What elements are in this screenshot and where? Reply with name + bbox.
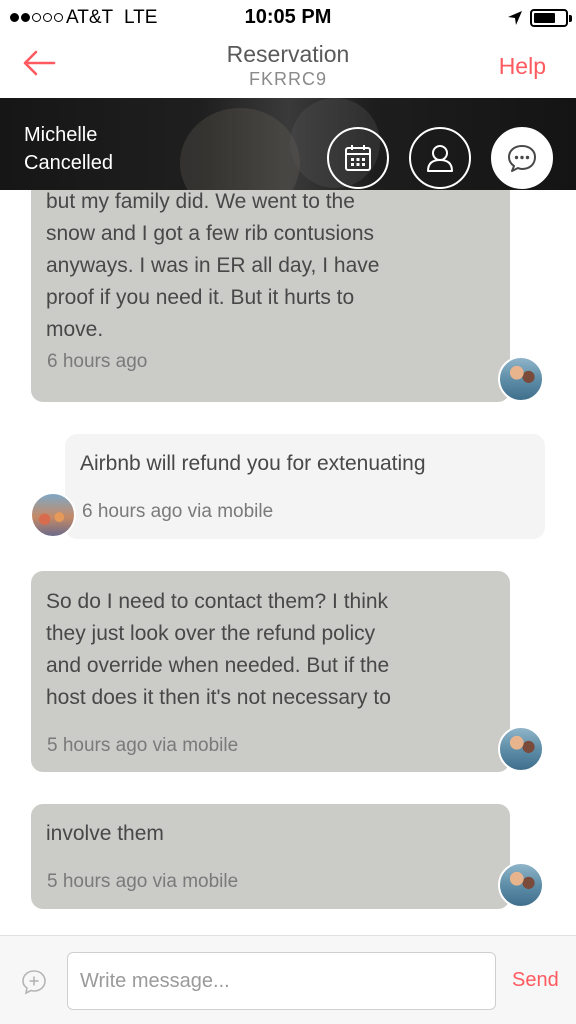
message-timestamp: 5 hours ago via mobile xyxy=(47,735,239,756)
reservation-header: Michelle Cancelled xyxy=(0,98,576,190)
message-text: Airbnb will refund you for extenuating xyxy=(80,452,426,475)
nav-bar: Reservation FKRRC9 Help xyxy=(0,36,576,98)
message-composer: Send xyxy=(0,935,576,1024)
calendar-icon xyxy=(345,145,371,171)
guest-name: Michelle xyxy=(24,124,98,146)
reservation-status: Cancelled xyxy=(24,152,113,174)
profile-icon xyxy=(427,145,453,172)
message-text: but my family did. We went to the snow a… xyxy=(46,190,380,341)
message-thread[interactable]: but my family did. We went to the snow a… xyxy=(0,190,576,935)
message-timestamp: 5 hours ago via mobile xyxy=(47,871,239,892)
send-button[interactable]: Send xyxy=(512,969,559,992)
message-bubble: involve them 5 hours ago via mobile xyxy=(31,804,510,909)
status-time: 10:05 PM xyxy=(244,6,332,28)
reservation-code: FKRRC9 xyxy=(248,69,327,89)
page-title: Reservation xyxy=(226,41,350,67)
messages-icon xyxy=(508,145,536,172)
calendar-button[interactable] xyxy=(327,127,389,189)
message-timestamp: 6 hours ago xyxy=(47,351,148,372)
messages-button[interactable] xyxy=(491,127,553,189)
avatar[interactable] xyxy=(498,356,544,402)
battery-icon xyxy=(530,9,572,27)
message-text: involve them xyxy=(46,822,164,845)
help-link[interactable]: Help xyxy=(499,53,546,80)
message-input[interactable] xyxy=(67,952,496,1010)
message-text: So do I need to contact them? I think th… xyxy=(46,590,391,709)
add-attachment-icon[interactable] xyxy=(20,968,48,996)
message-timestamp: 6 hours ago via mobile xyxy=(82,501,274,522)
message-bubble: So do I need to contact them? I think th… xyxy=(31,571,510,772)
location-arrow-icon xyxy=(508,11,522,25)
message-bubble: Airbnb will refund you for extenuating 6… xyxy=(65,434,545,539)
avatar[interactable] xyxy=(498,726,544,772)
profile-button[interactable] xyxy=(409,127,471,189)
status-bar: AT&T LTE 10:05 PM xyxy=(0,0,576,36)
avatar[interactable] xyxy=(30,492,76,538)
avatar[interactable] xyxy=(498,862,544,908)
message-bubble: but my family did. We went to the snow a… xyxy=(31,190,510,402)
